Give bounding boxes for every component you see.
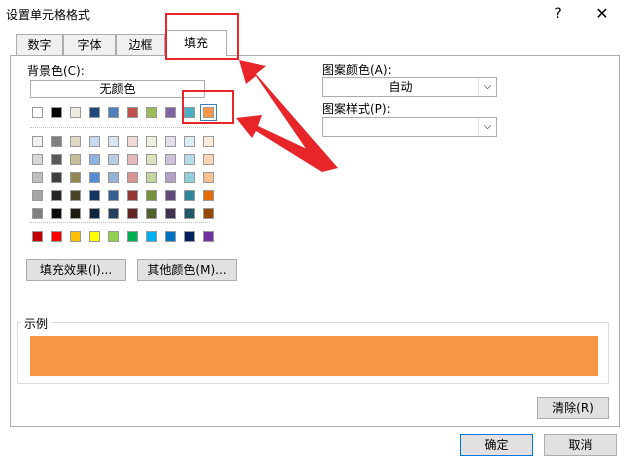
tint-color-swatch[interactable] (203, 154, 214, 165)
tint-color-swatch[interactable] (165, 208, 176, 219)
ok-button[interactable]: 确定 (460, 434, 533, 456)
tint-color-swatch[interactable] (127, 136, 138, 147)
tint-color-swatch[interactable] (70, 208, 81, 219)
tint-color-swatch[interactable] (203, 172, 214, 183)
theme-color-swatch[interactable] (108, 107, 119, 118)
dialog-title: 设置单元格格式 (6, 8, 91, 22)
pattern-color-label: 图案颜色(A): (322, 63, 392, 77)
tint-color-swatch[interactable] (127, 208, 138, 219)
sample-label: 示例 (21, 315, 52, 332)
tint-color-swatch[interactable] (89, 154, 100, 165)
theme-color-swatch[interactable] (32, 107, 43, 118)
no-color-button[interactable]: 无颜色 (30, 80, 205, 98)
tab-border[interactable]: 边框 (116, 34, 165, 55)
standard-color-swatch[interactable] (165, 231, 176, 242)
pattern-style-label: 图案样式(P): (322, 102, 391, 116)
tint-color-swatch[interactable] (32, 136, 43, 147)
tint-color-swatch[interactable] (108, 154, 119, 165)
dialog-footer (0, 427, 628, 464)
standard-color-swatch[interactable] (203, 231, 214, 242)
tint-color-swatch[interactable] (32, 190, 43, 201)
tint-color-swatch[interactable] (32, 208, 43, 219)
tint-color-swatch[interactable] (70, 172, 81, 183)
tint-color-swatch[interactable] (146, 208, 157, 219)
tint-color-swatch[interactable] (165, 172, 176, 183)
standard-color-swatch[interactable] (108, 231, 119, 242)
more-colors-button[interactable]: 其他颜色(M)... (137, 259, 237, 281)
tint-color-swatch[interactable] (51, 172, 62, 183)
tint-color-swatch[interactable] (108, 208, 119, 219)
theme-color-swatch[interactable] (127, 107, 138, 118)
tint-color-swatch[interactable] (108, 172, 119, 183)
theme-color-swatch[interactable] (89, 107, 100, 118)
tint-color-swatch[interactable] (70, 190, 81, 201)
tint-color-swatch[interactable] (146, 190, 157, 201)
tint-color-swatch[interactable] (184, 154, 195, 165)
tint-color-swatch[interactable] (203, 136, 214, 147)
tint-color-swatch[interactable] (51, 154, 62, 165)
chevron-down-icon[interactable]: ⌵ (478, 118, 496, 136)
tint-color-swatch[interactable] (184, 172, 195, 183)
tab-number[interactable]: 数字 (16, 34, 63, 55)
highlight-box-fill-tab (165, 13, 239, 60)
fill-effects-button[interactable]: 填充效果(I)... (26, 259, 126, 281)
tint-color-swatch[interactable] (108, 190, 119, 201)
standard-color-swatch[interactable] (51, 231, 62, 242)
tint-color-swatch[interactable] (108, 136, 119, 147)
tint-color-swatch[interactable] (89, 136, 100, 147)
palette-divider (30, 127, 210, 128)
tint-color-swatch[interactable] (203, 208, 214, 219)
palette-divider (30, 222, 210, 223)
chevron-down-icon[interactable]: ⌵ (478, 78, 496, 96)
tint-color-swatch[interactable] (165, 136, 176, 147)
theme-color-swatch[interactable] (51, 107, 62, 118)
tint-color-swatch[interactable] (184, 208, 195, 219)
clear-button[interactable]: 清除(R) (537, 397, 609, 419)
help-icon[interactable]: ? (548, 4, 568, 24)
theme-color-swatch[interactable] (146, 107, 157, 118)
background-color-label: 背景色(C): (27, 64, 85, 78)
pattern-color-select[interactable]: 自动 ⌵ (322, 77, 497, 97)
close-icon[interactable]: ✕ (592, 4, 612, 24)
tint-color-swatch[interactable] (51, 190, 62, 201)
tint-color-swatch[interactable] (70, 136, 81, 147)
tint-color-swatch[interactable] (165, 190, 176, 201)
standard-color-swatch[interactable] (89, 231, 100, 242)
tint-color-swatch[interactable] (70, 154, 81, 165)
tint-color-swatch[interactable] (89, 172, 100, 183)
tab-font[interactable]: 字体 (63, 34, 116, 55)
sample-preview (30, 336, 598, 376)
theme-color-swatch[interactable] (70, 107, 81, 118)
tint-color-swatch[interactable] (127, 190, 138, 201)
tint-color-swatch[interactable] (165, 154, 176, 165)
tint-color-swatch[interactable] (32, 172, 43, 183)
tint-color-swatch[interactable] (89, 190, 100, 201)
title-bar: 设置单元格格式 ? ✕ (0, 0, 628, 28)
tint-color-swatch[interactable] (184, 136, 195, 147)
tint-color-swatch[interactable] (51, 208, 62, 219)
tint-color-swatch[interactable] (146, 154, 157, 165)
tint-color-swatch[interactable] (146, 136, 157, 147)
pattern-style-value (323, 118, 478, 136)
standard-color-swatch[interactable] (70, 231, 81, 242)
theme-color-swatch[interactable] (165, 107, 176, 118)
pattern-color-value: 自动 (388, 80, 413, 94)
tint-color-swatch[interactable] (203, 190, 214, 201)
pattern-style-select[interactable]: ⌵ (322, 117, 497, 137)
tint-color-swatch[interactable] (146, 172, 157, 183)
tint-color-swatch[interactable] (89, 208, 100, 219)
tint-color-swatch[interactable] (184, 190, 195, 201)
standard-color-swatch[interactable] (32, 231, 43, 242)
tint-color-swatch[interactable] (127, 172, 138, 183)
tint-color-swatch[interactable] (32, 154, 43, 165)
tint-color-swatch[interactable] (51, 136, 62, 147)
standard-color-swatch[interactable] (184, 231, 195, 242)
standard-color-swatch[interactable] (146, 231, 157, 242)
standard-color-swatch[interactable] (127, 231, 138, 242)
tint-color-swatch[interactable] (127, 154, 138, 165)
highlight-box-orange-swatch (182, 90, 234, 124)
cancel-button[interactable]: 取消 (544, 434, 617, 456)
